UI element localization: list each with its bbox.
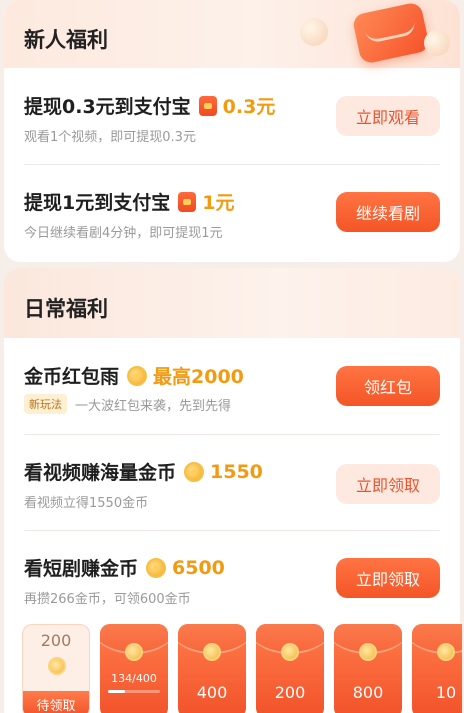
coin-icon [125, 643, 143, 661]
task-reward: 0.3元 [222, 96, 276, 118]
coin-tile-claimable[interactable]: 200 待领取 [22, 624, 90, 713]
coin-icon [146, 557, 167, 578]
tile-value: 10 [435, 683, 457, 702]
red-packet-icon [198, 95, 217, 116]
coin-icon [359, 643, 377, 661]
new-feature-tag: 新玩法 [24, 394, 67, 414]
coin-tile[interactable]: 10 [412, 624, 462, 713]
task-desc: 观看1个视频，即可提现0.3元 [24, 130, 196, 145]
red-envelope-decor-icon [351, 1, 431, 65]
claim-now-button[interactable]: 立即领取 [336, 558, 440, 598]
watch-now-button[interactable]: 立即观看 [336, 96, 440, 136]
tile-value: 400 [196, 683, 228, 702]
task-row: 提现0.3元到支付宝 0.3元 观看1个视频，即可提现0.3元 立即观看 [4, 68, 460, 164]
section-title: 新人福利 [24, 28, 108, 52]
task-desc: 再攒266金币，可领600金币 [24, 592, 191, 607]
task-desc: 今日继续看剧4分钟，即可提现1元 [24, 226, 223, 241]
task-title: 提现1元到支付宝 [24, 192, 171, 214]
coin-icon [184, 461, 205, 482]
coin-tile-progress[interactable]: 134/400 [100, 624, 168, 713]
task-title: 看视频赚海量金币 [24, 462, 177, 484]
tile-value: 200 [40, 631, 72, 650]
task-reward: 6500 [172, 556, 225, 579]
decor-coin-icon [300, 18, 328, 46]
tile-value: 800 [352, 683, 384, 702]
task-row: 看视频赚海量金币 1550 看视频立得1550金币 立即领取 [4, 434, 460, 530]
section-title: 日常福利 [24, 297, 108, 321]
coin-icon [281, 643, 299, 661]
tile-progress-fill [108, 690, 126, 693]
continue-watching-button[interactable]: 继续看剧 [336, 192, 440, 232]
task-reward: 1元 [202, 192, 235, 214]
task-desc: 一大波红包来袭，先到先得 [75, 398, 232, 414]
claim-now-button[interactable]: 立即领取 [336, 464, 440, 504]
task-reward: 最高2000 [153, 366, 244, 388]
coin-tile[interactable]: 800 [334, 624, 402, 713]
decor-coin-icon [424, 30, 450, 56]
task-title: 看短剧赚金币 [24, 558, 139, 580]
coin-reward-strip: 200 待领取 134/400 400 200 800 10 [22, 624, 462, 713]
task-row: 金币红包雨 最高2000 新玩法 一大波红包来袭，先到先得 领红包 [4, 338, 460, 434]
task-title: 金币红包雨 [24, 366, 120, 388]
new-user-welfare-card: 新人福利 提现0.3元到支付宝 0.3元 观看1个视频，即可提现0.3元 立即观… [4, 0, 460, 262]
tile-status: 待领取 [23, 691, 89, 713]
task-row: 提现1元到支付宝 1元 今日继续看剧4分钟，即可提现1元 继续看剧 [4, 164, 460, 260]
tile-progress-bar [108, 690, 160, 693]
coin-icon [48, 657, 66, 675]
coin-icon [437, 643, 455, 661]
tile-value: 200 [274, 683, 306, 702]
coin-tile[interactable]: 400 [178, 624, 246, 713]
task-desc: 看视频立得1550金币 [24, 496, 149, 511]
tile-progress-text: 134/400 [111, 672, 157, 685]
coin-icon [127, 365, 148, 386]
task-title: 提现0.3元到支付宝 [24, 96, 191, 118]
coin-tile[interactable]: 200 [256, 624, 324, 713]
red-packet-icon [178, 191, 197, 212]
task-row: 看短剧赚金币 6500 再攒266金币，可领600金币 立即领取 [4, 530, 460, 626]
coin-icon [203, 643, 221, 661]
task-reward: 1550 [210, 460, 263, 483]
get-red-packet-button[interactable]: 领红包 [336, 366, 440, 406]
